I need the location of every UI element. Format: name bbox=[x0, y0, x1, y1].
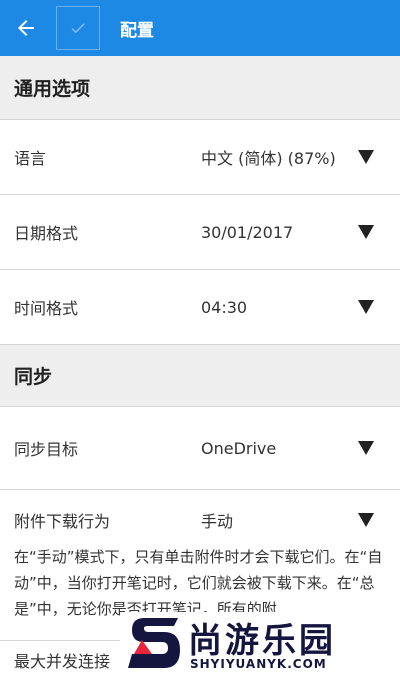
section-header-general: 通用选项 bbox=[0, 56, 400, 120]
date-format-setting[interactable]: 日期格式 30/01/2017 bbox=[0, 195, 400, 270]
time-format-label: 时间格式 bbox=[14, 299, 79, 318]
dropdown-arrow-icon[interactable] bbox=[358, 513, 374, 527]
dropdown-arrow-icon[interactable] bbox=[358, 441, 374, 455]
attachment-value[interactable]: 手动 bbox=[201, 490, 233, 550]
time-format-value[interactable]: 04:30 bbox=[201, 270, 247, 344]
dropdown-arrow-icon[interactable] bbox=[358, 300, 374, 314]
attachment-label: 附件下载行为 bbox=[14, 512, 111, 531]
watermark-text: 尚游乐园 bbox=[188, 621, 336, 661]
watermark-logo-icon bbox=[128, 618, 180, 668]
watermark-url: SHYIYUANYK.COM bbox=[190, 657, 327, 671]
sync-target-label: 同步目标 bbox=[14, 440, 79, 459]
sync-target-setting[interactable]: 同步目标 OneDrive bbox=[0, 407, 400, 490]
date-format-label: 日期格式 bbox=[14, 224, 79, 243]
time-format-setting[interactable]: 时间格式 04:30 bbox=[0, 270, 400, 345]
language-value[interactable]: 中文 (简体) (87%) bbox=[201, 120, 336, 194]
sync-target-value[interactable]: OneDrive bbox=[201, 407, 276, 489]
language-setting[interactable]: 语言 中文 (简体) (87%) bbox=[0, 120, 400, 195]
max-concurrent-label[interactable]: 最大并发连接 bbox=[14, 648, 110, 672]
arrow-left-icon bbox=[18, 20, 34, 36]
app-bar: 配置 bbox=[0, 0, 400, 56]
dropdown-arrow-icon[interactable] bbox=[358, 150, 374, 164]
date-format-value[interactable]: 30/01/2017 bbox=[201, 195, 293, 269]
check-icon bbox=[71, 23, 85, 34]
attachment-description: 在“手动”模式下，只有单击附件时才会下载它们。在“自动”中，当你打开笔记时，它们… bbox=[14, 548, 383, 618]
confirm-button[interactable] bbox=[56, 6, 100, 50]
back-button[interactable] bbox=[0, 0, 52, 56]
page-title: 配置 bbox=[120, 20, 154, 41]
language-label: 语言 bbox=[14, 149, 47, 168]
dropdown-arrow-icon[interactable] bbox=[358, 225, 374, 239]
section-header-sync: 同步 bbox=[0, 345, 400, 407]
